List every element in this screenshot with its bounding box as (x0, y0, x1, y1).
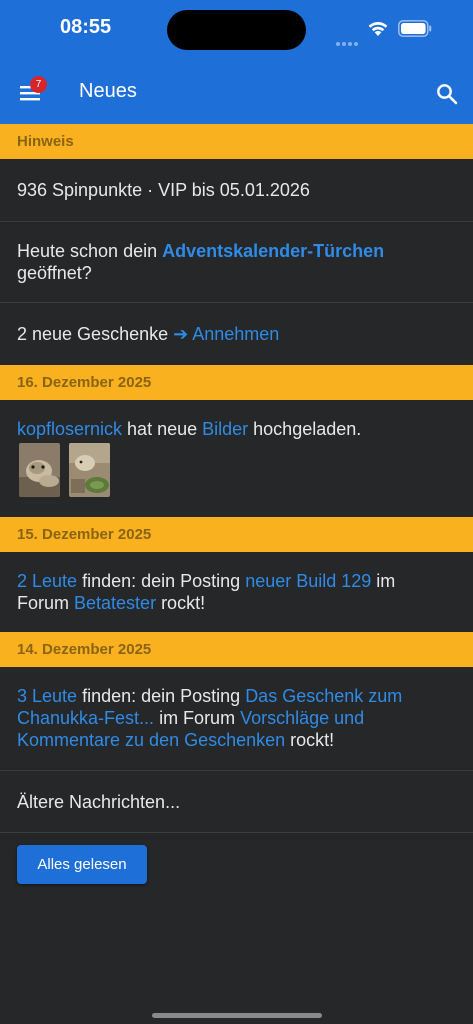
divider (0, 832, 473, 833)
section-header-date: 16. Dezember 2025 (0, 365, 473, 400)
search-icon[interactable] (435, 82, 459, 106)
advent-prefix: Heute schon dein (17, 241, 163, 261)
section-header-notice: Hinweis (0, 124, 473, 159)
battery-icon (398, 20, 432, 37)
people-link[interactable]: 2 Leute (17, 571, 77, 591)
like-text: im (371, 571, 396, 591)
upload-text: hat neue (122, 419, 203, 439)
dynamic-island (167, 10, 306, 50)
advent-calendar-link[interactable]: Adventskalender-Türchen (162, 241, 384, 261)
like-text: rockt! (156, 593, 206, 613)
wifi-icon (368, 22, 388, 36)
image-thumbnail[interactable] (69, 443, 110, 497)
upload-notice: kopflosernick hat neue Bilder hochgelade… (0, 418, 473, 440)
home-indicator (152, 1013, 322, 1018)
posting-link[interactable]: neuer Build 129 (245, 571, 371, 591)
older-messages-link[interactable]: Ältere Nachrichten... (0, 791, 473, 813)
like-notice: 2 Leute finden: dein Posting neuer Build… (0, 570, 473, 614)
divider (0, 770, 473, 771)
like-text: im Forum (154, 708, 241, 728)
page-title: Neues (79, 80, 137, 102)
like-text: finden: dein Posting (77, 571, 246, 591)
gifts-notice: 2 neue Geschenke ➔ Annehmen (0, 323, 473, 345)
older-messages-label[interactable]: Ältere Nachrichten... (17, 792, 180, 812)
points-status: 936 Spinpunkte · VIP bis 05.01.2026 (0, 179, 473, 201)
divider (0, 221, 473, 222)
people-link[interactable]: 3 Leute (17, 686, 77, 706)
forum-link[interactable]: Kommentare zu den Geschenken (17, 730, 285, 750)
upload-suffix: hochgeladen. (248, 419, 362, 439)
app-header: 08:55 7 Neues (0, 0, 473, 124)
advent-notice: Heute schon dein Adventskalender-Türchen… (0, 240, 473, 284)
forum-link[interactable]: Betatester (74, 593, 156, 613)
section-header-date: 14. Dezember 2025 (0, 632, 473, 667)
accept-gifts-link[interactable]: ➔ Annehmen (173, 324, 279, 344)
cellular-signal-icon (336, 31, 360, 46)
section-header-date: 15. Dezember 2025 (0, 517, 473, 552)
like-text: rockt! (285, 730, 335, 750)
user-link[interactable]: kopflosernick (17, 419, 122, 439)
divider (0, 302, 473, 303)
gifts-text: 2 neue Geschenke (17, 324, 174, 344)
mark-all-read-button[interactable]: Alles gelesen (17, 845, 147, 884)
advent-suffix: geöffnet? (17, 263, 92, 283)
notification-badge: 7 (30, 76, 47, 93)
like-notice: 3 Leute finden: dein Posting Das Geschen… (0, 685, 473, 751)
posting-link[interactable]: Das Geschenk zum (245, 686, 402, 706)
like-text: finden: dein Posting (77, 686, 246, 706)
points-text: 936 Spinpunkte · VIP bis 05.01.2026 (17, 180, 310, 200)
image-thumbnail[interactable] (19, 443, 60, 497)
posting-link[interactable]: Chanukka-Fest... (17, 708, 154, 728)
images-link[interactable]: Bilder (202, 419, 248, 439)
status-time: 08:55 (60, 16, 112, 38)
forum-link[interactable]: Vorschläge und (240, 708, 364, 728)
like-text: Forum (17, 593, 75, 613)
